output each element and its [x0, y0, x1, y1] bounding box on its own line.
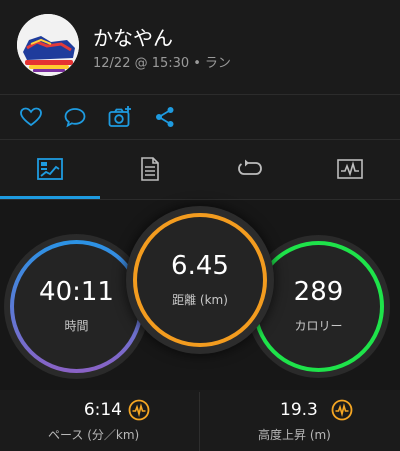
elevation-value: 19.3: [280, 400, 318, 420]
tab-laps[interactable]: [200, 140, 300, 198]
pace-value: 6:14: [83, 400, 122, 420]
laps-icon: [238, 159, 262, 175]
time-label: 時間: [64, 319, 89, 333]
distance-value: 6.45: [171, 250, 229, 281]
elevation-metric[interactable]: 19.3 高度上昇 (m): [200, 390, 400, 451]
activity-date: 12/22 @ 15:30: [93, 56, 190, 71]
meta-separator: •: [193, 56, 201, 71]
share-button[interactable]: [152, 104, 178, 130]
chart-icon: [337, 159, 363, 179]
activity-type: ラン: [204, 56, 231, 71]
add-photo-button[interactable]: [107, 104, 133, 130]
user-name[interactable]: かなやん: [93, 22, 173, 51]
comment-button[interactable]: [62, 104, 88, 130]
tab-overview[interactable]: [0, 140, 100, 198]
activity-chart-icon[interactable]: [128, 399, 150, 421]
metrics-bar: 6:14 ペース (分／km) 19.3 高度上昇 (m): [0, 390, 400, 451]
pace-label: ペース (分／km): [48, 428, 140, 442]
shoe-photo: [17, 14, 79, 76]
activity-header: かなやん 12/22 @ 15:30 • ラン: [0, 0, 400, 94]
time-value: 40:11: [39, 277, 114, 307]
document-icon: [141, 157, 159, 181]
avatar[interactable]: [17, 14, 79, 76]
tab-details[interactable]: [100, 140, 200, 198]
calories-ring[interactable]: 289 カロリー: [253, 241, 384, 372]
like-button[interactable]: [18, 104, 44, 130]
action-bar: [0, 95, 400, 139]
calories-label: カロリー: [294, 319, 343, 333]
heart-icon: [20, 107, 42, 127]
elevation-label: 高度上昇 (m): [258, 428, 331, 442]
metrics-separator: [199, 392, 200, 451]
camera-plus-icon: [108, 106, 131, 127]
calories-value: 289: [293, 277, 344, 307]
distance-ring[interactable]: 6.45 距離 (km): [133, 213, 267, 347]
time-ring[interactable]: 40:11 時間: [10, 240, 143, 373]
share-icon: [156, 107, 174, 127]
comment-icon: [64, 108, 86, 128]
activity-chart-icon[interactable]: [331, 399, 353, 421]
tab-bar: [0, 140, 400, 200]
overview-icon: [37, 158, 63, 180]
activity-meta: 12/22 @ 15:30 • ラン: [93, 52, 231, 71]
tab-charts[interactable]: [300, 140, 400, 198]
distance-label: 距離 (km): [172, 292, 228, 307]
pace-metric[interactable]: 6:14 ペース (分／km): [0, 390, 200, 451]
